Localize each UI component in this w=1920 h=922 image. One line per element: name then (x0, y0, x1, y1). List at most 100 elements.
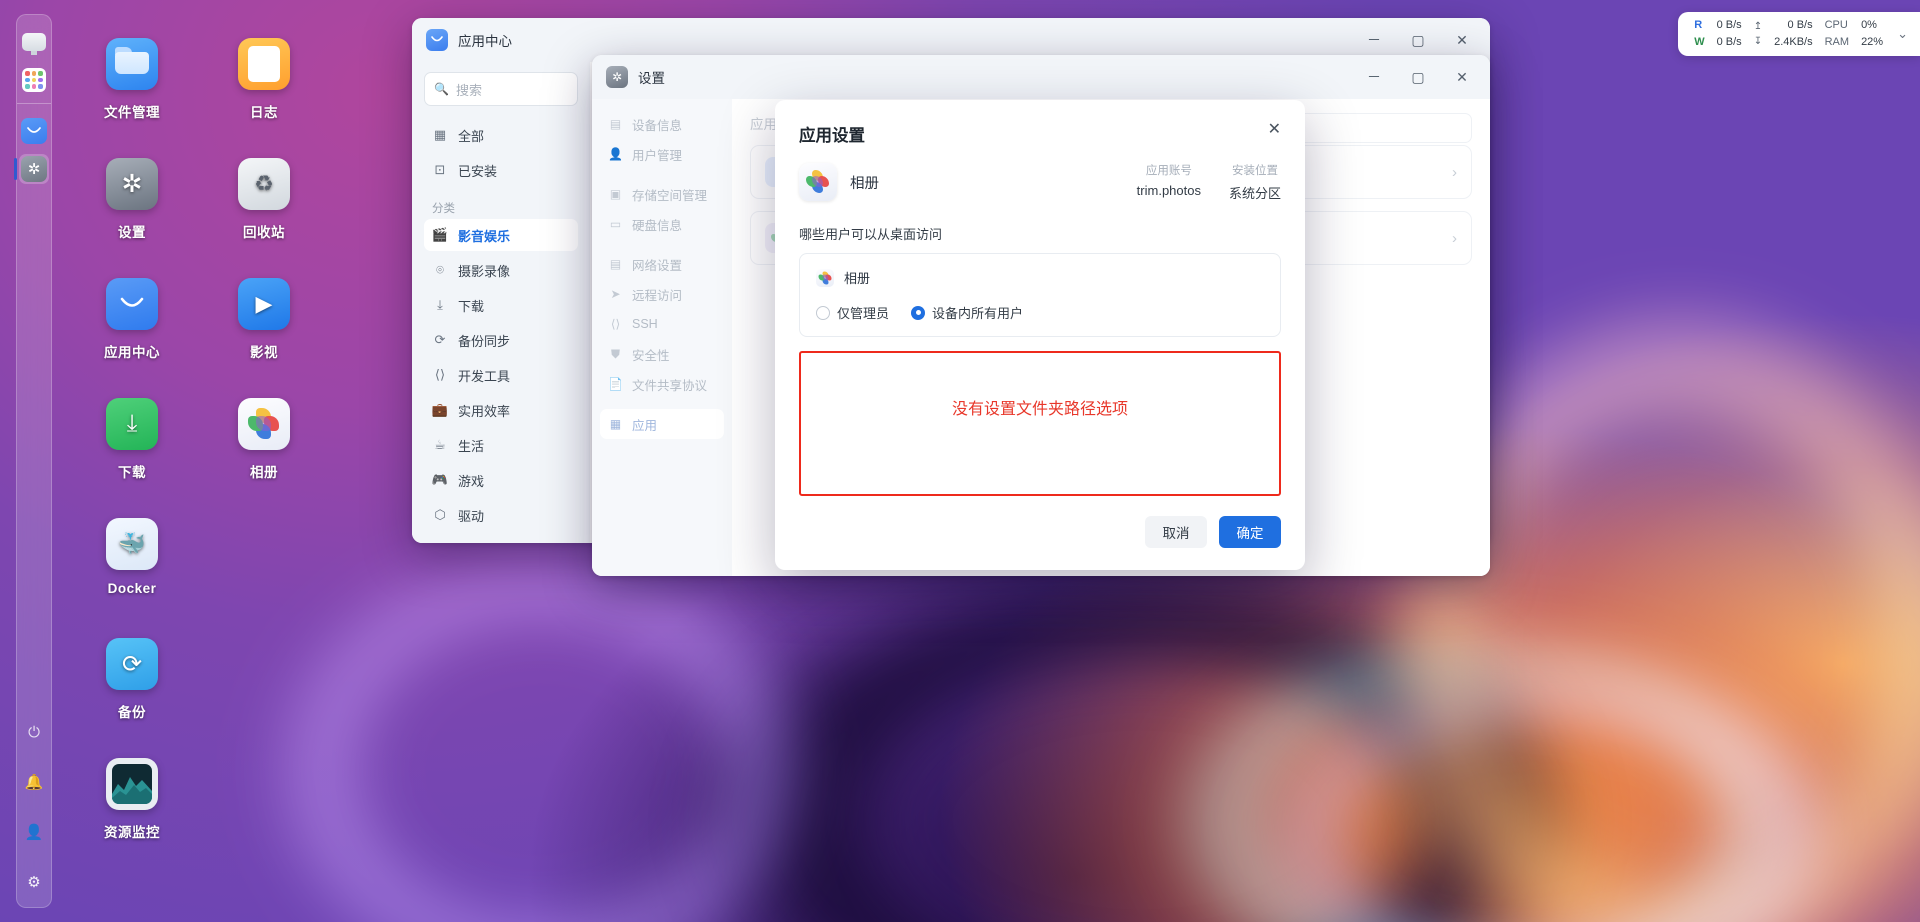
radio-admin-only[interactable]: 仅管理员 (816, 303, 889, 322)
file-share-icon: 📄 (608, 377, 623, 391)
user-manage-icon: 👤 (608, 147, 623, 161)
desktop-icon-docker[interactable]: 🐳 Docker (78, 518, 186, 596)
desktop-icon-log[interactable]: ☰ 日志 (210, 38, 318, 121)
cube-icon: ⬡ (434, 507, 446, 522)
sidebar-item-media[interactable]: 🎬 影音娱乐 (424, 219, 578, 251)
sidebar-item-label: 全部 (458, 128, 485, 144)
gear-icon[interactable]: ⚙ (19, 867, 49, 897)
search-input[interactable]: 🔍 搜索 (424, 72, 578, 106)
close-icon[interactable]: ✕ (1268, 122, 1281, 138)
settings-window-controls: － ▢ ✕ (1352, 56, 1484, 98)
desktop-icon-label: 影视 (250, 345, 278, 360)
photos-icon (799, 163, 837, 201)
sidebar-item-label: 远程访问 (632, 288, 683, 303)
sidebar-item-label: 存储空间管理 (632, 188, 708, 203)
desktop-icon-label: 文件管理 (104, 105, 160, 120)
sidebar-item-productivity[interactable]: 💼 实用效率 (424, 394, 578, 426)
user-icon[interactable]: 👤 (19, 817, 49, 847)
sidebar-item-installed[interactable]: ⊡ 已安装 (424, 154, 578, 186)
desktop-icon-resource-monitor[interactable]: 资源监控 (78, 758, 186, 841)
cancel-button[interactable]: 取消 (1145, 516, 1207, 548)
close-button[interactable]: ✕ (1440, 56, 1484, 98)
sidebar-item-store[interactable] (19, 116, 49, 146)
desktop-icon-recycle-bin[interactable]: ♻ 回收站 (210, 158, 318, 241)
desktop-icon-file-manager[interactable]: 文件管理 (78, 38, 186, 121)
power-icon[interactable]: ⏻ (19, 717, 49, 747)
ram-label: RAM (1824, 36, 1850, 48)
sidebar-item-all[interactable]: ▦ 全部 (424, 119, 578, 151)
network-icon: ▤ (609, 257, 622, 271)
sidebar-item-label: 游戏 (458, 473, 485, 489)
sidebar-item-label: 驱动 (458, 508, 485, 524)
sidebar-item-label: 应用 (632, 418, 658, 433)
network-arrows-icon: ↥ ↧ (1753, 20, 1763, 48)
sidebar-item-label: 摄影录像 (458, 263, 511, 279)
ram-value: 22% (1861, 36, 1884, 48)
sidebar-item-device-info[interactable]: ▤ 设备信息 (600, 109, 724, 139)
chevron-down-icon[interactable]: ⌄ (1897, 26, 1908, 42)
upload-speed: 0 B/s (1787, 18, 1813, 31)
search-icon: 🔍 (434, 82, 449, 96)
desktop-icon-app-center[interactable]: 应用中心 (78, 278, 186, 361)
download-speed: 2.4KB/s (1774, 36, 1813, 48)
desktop-icon-download[interactable]: ⤓ 下载 (78, 398, 186, 481)
left-dock: ✲ ⏻ 🔔 👤 ⚙ (14, 14, 52, 908)
desktop-icon-settings[interactable]: ✲ 设置 (78, 158, 186, 241)
maximize-button[interactable]: ▢ (1396, 56, 1440, 98)
cpu-label: CPU (1824, 18, 1848, 31)
desktop-icon-backup[interactable]: ⟳ 备份 (78, 638, 186, 721)
confirm-button[interactable]: 确定 (1219, 516, 1281, 548)
sidebar-item-label: SSH (632, 317, 658, 331)
cpu-ram-labels: CPU RAM (1825, 17, 1849, 51)
sidebar-item-label: 设备信息 (632, 118, 683, 133)
desktop-icon-label: 下载 (118, 465, 146, 480)
video-camera-icon: 🎬 (431, 227, 449, 242)
desktop-icon-label: 应用中心 (104, 345, 160, 360)
sidebar-item-disk-info[interactable]: ▭ 硬盘信息 (600, 209, 724, 239)
bell-icon[interactable]: 🔔 (19, 767, 49, 797)
search-placeholder: 搜索 (455, 82, 482, 98)
sidebar-item-label: 用户管理 (632, 148, 683, 163)
sidebar-item-settings[interactable]: ✲ (14, 154, 49, 184)
network-values: 0 B/s 2.4KB/s (1774, 17, 1813, 51)
app-center-title: 应用中心 (458, 34, 512, 49)
cup-icon: ☕ (434, 437, 446, 452)
sidebar-item-backup-sync[interactable]: ⟳ 备份同步 (424, 324, 578, 356)
desktop-icon-photos[interactable]: 相册 (210, 398, 318, 481)
camera-icon: ⌾ (436, 262, 444, 277)
radio-dot (911, 305, 926, 320)
sidebar-item-user-management[interactable]: 👤 用户管理 (600, 139, 724, 169)
sidebar-item-apps[interactable]: ▦ 应用 (600, 409, 724, 439)
radio-all-users[interactable]: 设备内所有用户 (911, 303, 1023, 322)
modal-app-meta: 应用账号 trim.photos 安装位置 系统分区 (1137, 162, 1281, 202)
storage-icon: ▣ (609, 187, 622, 201)
sidebar-item-network[interactable]: ▤ 网络设置 (600, 249, 724, 279)
code-icon: ⟨⟩ (434, 367, 446, 382)
system-monitor-widget[interactable]: R W 0 B/s 0 B/s ↥ ↧ 0 B/s 2.4KB/s CPU RAM… (1678, 12, 1920, 56)
read-label: R (1694, 18, 1703, 31)
modal-app-name: 相册 (850, 175, 879, 192)
meta-location-label: 安装位置 (1231, 165, 1278, 177)
sidebar-item-storage[interactable]: ▣ 存储空间管理 (600, 179, 724, 209)
sidebar-item-security[interactable]: ⛊ 安全性 (600, 339, 724, 369)
sidebar-item-remote-access[interactable]: ➤ 远程访问 (600, 279, 724, 309)
sidebar-item-life[interactable]: ☕ 生活 (424, 429, 578, 461)
sidebar-item-games[interactable]: 🎮 游戏 (424, 464, 578, 496)
dock-divider (17, 103, 51, 104)
sidebar-item-drivers[interactable]: ⬡ 驱动 (424, 499, 578, 531)
sidebar-item-photography[interactable]: ⌾ 摄影录像 (424, 254, 578, 286)
sidebar-item-file-share[interactable]: 📄 文件共享协议 (600, 369, 724, 399)
meta-location: 安装位置 系统分区 (1229, 162, 1281, 202)
sidebar-item-dev-tools[interactable]: ⟨⟩ 开发工具 (424, 359, 578, 391)
monitor-icon[interactable] (19, 27, 49, 57)
access-question-label: 哪些用户可以从桌面访问 (799, 227, 943, 242)
apps-grid-icon[interactable] (19, 65, 49, 95)
grid-icon: ▦ (433, 127, 447, 142)
chevron-right-icon: › (1452, 163, 1457, 181)
sidebar-item-ssh[interactable]: ⟨⟩ SSH (600, 309, 724, 339)
sidebar-item-download[interactable]: ⤓ 下载 (424, 289, 578, 321)
sidebar-item-label: 备份同步 (458, 333, 511, 349)
desktop-icon-video[interactable]: ▶ 影视 (210, 278, 318, 361)
minimize-button[interactable]: － (1352, 56, 1396, 98)
settings-titlebar[interactable]: ✲ 设置 － ▢ ✕ (592, 55, 1490, 99)
